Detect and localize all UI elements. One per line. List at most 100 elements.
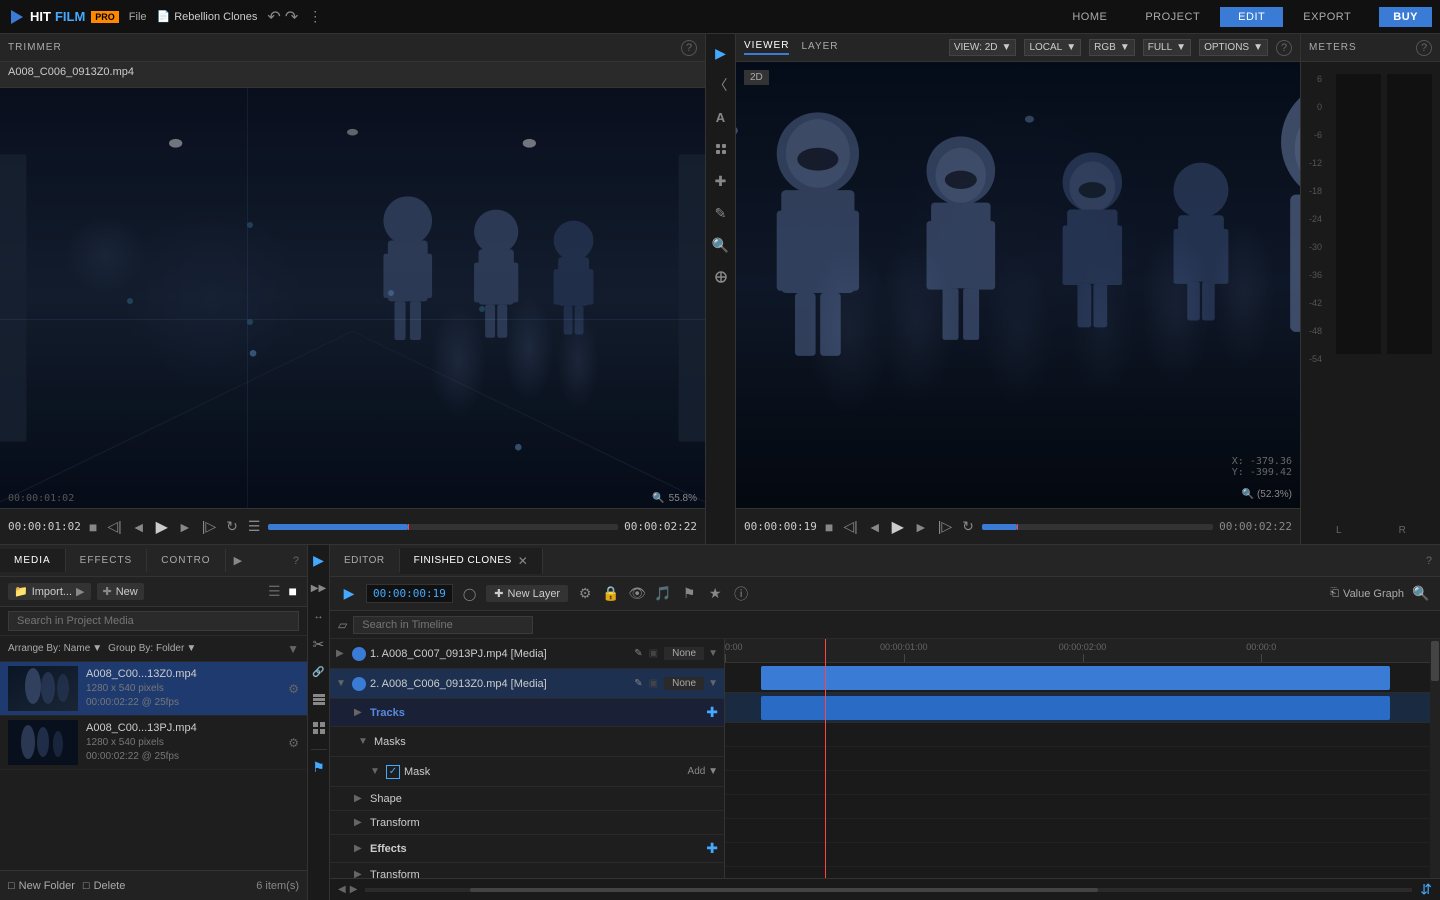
tab-layer[interactable]: LAYER: [801, 41, 838, 54]
track-row[interactable]: ▶ 1. A008_C007_0913PJ.mp4 [Media] ✎ ▣ No…: [330, 639, 724, 669]
node-tool[interactable]: [710, 138, 732, 160]
visibility-toggle[interactable]: [352, 647, 366, 661]
new-folder-btn[interactable]: □ New Folder: [8, 880, 75, 892]
effect-transform-row[interactable]: ▶ Transform: [330, 863, 724, 878]
tl-info-btn[interactable]: ⓘ: [730, 583, 752, 605]
effects-expand[interactable]: ▶: [354, 843, 366, 854]
tab-controls[interactable]: CONTRO: [147, 549, 225, 572]
local-mode-select[interactable]: LOCAL ▼: [1024, 39, 1081, 56]
viewer-play-btn[interactable]: ▶: [890, 515, 906, 539]
section-add-btn[interactable]: ✚: [706, 704, 718, 721]
track-pencil[interactable]: ✎: [634, 648, 642, 659]
viewer-next-btn[interactable]: |▷: [936, 516, 954, 537]
meters-help[interactable]: ?: [1416, 40, 1432, 56]
tl-star-btn[interactable]: ★: [704, 583, 726, 605]
tab-project[interactable]: PROJECT: [1127, 7, 1218, 27]
color-mode-select[interactable]: RGB ▼: [1089, 39, 1135, 56]
more-btn[interactable]: ☰: [246, 516, 263, 537]
tl-scroll-h[interactable]: [365, 888, 1412, 892]
buy-button[interactable]: BUY: [1379, 7, 1432, 27]
editor-grid-rows2[interactable]: [308, 717, 330, 739]
media-help[interactable]: ?: [285, 549, 307, 573]
expand-btn[interactable]: ▶: [336, 648, 348, 659]
media-search-input[interactable]: [8, 611, 299, 631]
tl-nav-right[interactable]: ▶: [350, 884, 358, 895]
view-mode-select[interactable]: VIEW: 2D ▼: [949, 39, 1017, 56]
effects-add-btn[interactable]: ✚: [706, 840, 718, 857]
shape-row[interactable]: ▶ Shape: [330, 787, 724, 811]
tl-zoom-fit[interactable]: ⇵: [1420, 881, 1432, 898]
editor-timecode[interactable]: 00:00:00:19: [366, 584, 453, 603]
group-select[interactable]: Group By: Folder ▼: [108, 643, 196, 654]
viewer-prev-btn[interactable]: ◁|: [841, 516, 859, 537]
mask-checkbox[interactable]: ✓: [386, 765, 400, 779]
track-mode[interactable]: None: [664, 647, 704, 660]
tl-lock-btn[interactable]: 🔒: [600, 583, 622, 605]
trimmer-timeline[interactable]: [268, 524, 618, 530]
viewer-step-back-btn[interactable]: ◄: [866, 517, 884, 537]
next-edit-btn[interactable]: |▷: [200, 516, 218, 537]
viewer-loop-btn[interactable]: ↻: [960, 516, 976, 537]
tl-flag-btn[interactable]: ⚑: [678, 583, 700, 605]
value-graph-btn[interactable]: ⎗ Value Graph: [1330, 587, 1404, 600]
import-button[interactable]: 📁 Import... ▶: [8, 583, 91, 600]
media-item[interactable]: A008_C00...13Z0.mp4 1280 x 540 pixels 00…: [0, 662, 307, 716]
expand-btn[interactable]: ▼: [336, 678, 348, 689]
list-view-btn[interactable]: ☰: [266, 581, 283, 602]
track-pencil[interactable]: ✎: [634, 678, 642, 689]
delete-btn[interactable]: □ Delete: [83, 880, 125, 892]
editor-select-tool[interactable]: ▶: [308, 549, 330, 571]
select-tool[interactable]: ▶: [710, 42, 732, 64]
viewer-timeline[interactable]: [982, 524, 1213, 530]
undo-button[interactable]: ↶: [267, 7, 280, 27]
options-select[interactable]: OPTIONS ▼: [1199, 39, 1268, 56]
editor-select-tl[interactable]: ▶: [338, 583, 360, 605]
loop-btn[interactable]: ↻: [224, 516, 240, 537]
tab-viewer[interactable]: VIEWER: [744, 40, 789, 55]
play-btn[interactable]: ▶: [154, 515, 170, 539]
masks-expand[interactable]: ▼: [358, 736, 370, 747]
transform-expand[interactable]: ▶: [354, 817, 366, 828]
editor-cut-tool[interactable]: ✂: [308, 633, 330, 655]
media-item[interactable]: A008_C00...13PJ.mp4 1280 x 540 pixels 00…: [0, 716, 307, 770]
mask-expand[interactable]: ▼: [370, 766, 382, 777]
timeline-track-row[interactable]: [725, 663, 1440, 693]
step-fwd-btn[interactable]: ►: [176, 517, 194, 537]
new-button[interactable]: ✚ New: [97, 583, 144, 600]
prev-edit-btn[interactable]: ◁|: [105, 516, 123, 537]
editor-ripple-tool[interactable]: ▶▶: [308, 577, 330, 599]
pen-tool[interactable]: ✎: [710, 202, 732, 224]
media-settings-btn[interactable]: ⚙: [288, 736, 299, 750]
grid-viewer-btn[interactable]: [710, 266, 732, 288]
snap-btn[interactable]: ◯: [459, 585, 480, 603]
viewer-help[interactable]: ?: [1276, 40, 1292, 56]
masks-section[interactable]: ▼ Masks: [330, 727, 724, 757]
timeline-scrollbar[interactable]: [1430, 639, 1440, 878]
timeline-clip[interactable]: [761, 666, 1390, 690]
add-mask-btn[interactable]: Add ▼: [688, 766, 718, 777]
grid-button[interactable]: ⋮: [308, 8, 322, 25]
tab-close-btn[interactable]: ✕: [518, 554, 529, 568]
tracks-expand[interactable]: ▶: [354, 707, 366, 718]
tab-effects[interactable]: EFFECTS: [66, 549, 148, 572]
mask-row[interactable]: ▼ ✓ Mask Add ▼: [330, 757, 724, 787]
tab-editor[interactable]: EDITOR: [330, 549, 400, 572]
tl-audio-btn[interactable]: 🎵: [652, 583, 674, 605]
visibility-toggle[interactable]: [352, 677, 366, 691]
file-menu[interactable]: File: [129, 11, 147, 23]
in-point-btn[interactable]: ■: [87, 517, 99, 537]
hand-tool[interactable]: 〈: [710, 74, 732, 96]
full-mode-select[interactable]: FULL ▼: [1143, 39, 1191, 56]
scroll-thumb[interactable]: [1431, 641, 1439, 681]
arrange-select[interactable]: Arrange By: Name ▼: [8, 643, 102, 654]
transform-row[interactable]: ▶ Transform: [330, 811, 724, 835]
tl-eye-btn[interactable]: 👁: [626, 583, 648, 605]
viewer-step-fwd-btn[interactable]: ►: [912, 517, 930, 537]
tab-finished-clones[interactable]: FINISHED CLONES ✕: [400, 548, 544, 574]
editor-link-tool[interactable]: 🔗: [308, 661, 330, 683]
editor-slip-tool[interactable]: ↔: [308, 605, 330, 627]
track-dropdown[interactable]: ▼: [708, 648, 718, 659]
trimmer-help[interactable]: ?: [681, 40, 697, 56]
new-layer-btn[interactable]: ✚ New Layer: [486, 585, 568, 602]
text-tool[interactable]: A: [710, 106, 732, 128]
